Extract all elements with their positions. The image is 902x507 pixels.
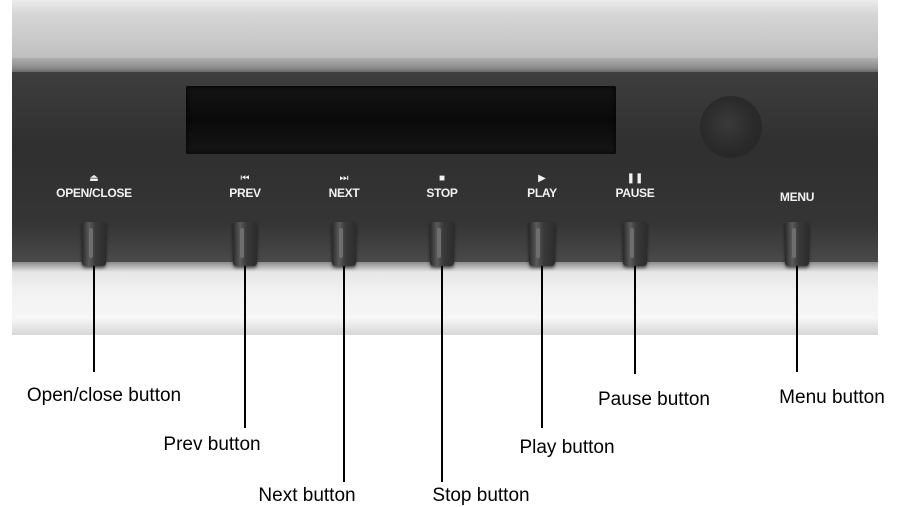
display-window: [186, 86, 616, 154]
next-icon: ⏭: [339, 173, 349, 184]
stop-callout: Stop button: [432, 485, 530, 506]
lip-shadow: [12, 318, 878, 335]
next-button[interactable]: [332, 222, 356, 266]
play-icon: ▶: [538, 173, 546, 184]
pause-callout: Pause button: [598, 389, 710, 410]
menu-leader: [796, 266, 798, 372]
prev-button[interactable]: [233, 222, 257, 266]
open-close-button[interactable]: [82, 222, 106, 266]
next-callout: Next button: [258, 485, 356, 506]
stop-leader: [441, 266, 443, 482]
prev-callout: Prev button: [163, 434, 261, 455]
pause-button[interactable]: [623, 222, 647, 266]
open-close-callout: Open/close button: [26, 385, 182, 406]
pause-leader: [634, 266, 636, 374]
menu-button[interactable]: [785, 222, 809, 266]
remote-sensor: [700, 96, 762, 158]
stop-label: STOP: [426, 186, 458, 200]
next-label: NEXT: [328, 186, 360, 200]
play-label: PLAY: [527, 186, 557, 200]
prev-leader: [244, 266, 246, 428]
menu-label: MENU: [779, 190, 815, 204]
play-leader: [541, 266, 543, 428]
play-button[interactable]: [529, 222, 555, 266]
pause-label: PAUSE: [615, 186, 655, 200]
pause-icon: ❚❚: [626, 173, 644, 184]
device-front-panel: ⏏ OPEN/CLOSE ⏮ PREV ⏭ NEXT ■ STOP ▶ PLAY…: [12, 0, 878, 335]
menu-callout: Menu button: [779, 387, 885, 408]
eject-icon: ⏏: [89, 173, 99, 184]
prev-label: PREV: [229, 186, 261, 200]
open-close-leader: [93, 266, 95, 372]
prev-icon: ⏮: [240, 173, 250, 184]
stop-icon: ■: [438, 173, 446, 184]
stop-button[interactable]: [430, 222, 454, 266]
open-close-label: OPEN/CLOSE: [56, 186, 132, 200]
next-leader: [343, 266, 345, 482]
play-callout: Play button: [519, 437, 615, 458]
